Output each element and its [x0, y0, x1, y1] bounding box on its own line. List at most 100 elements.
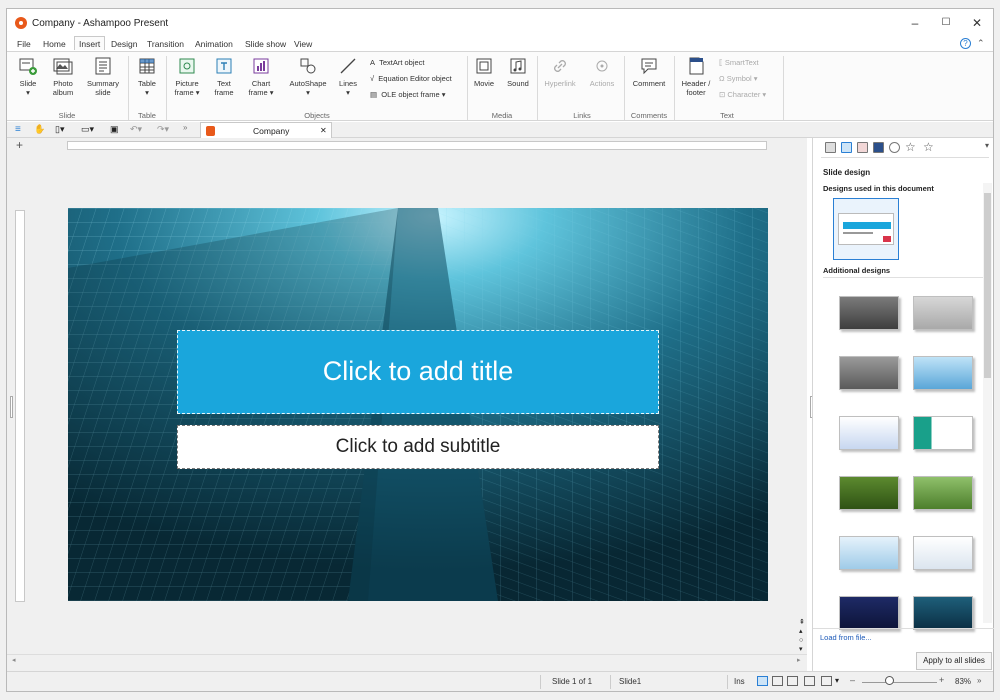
design-thumbnail-navy[interactable]	[839, 596, 899, 630]
hand-tool-icon[interactable]: ✋	[34, 124, 45, 135]
actions-button[interactable]: Actions	[585, 56, 619, 88]
menu-file[interactable]: File	[14, 38, 34, 50]
load-from-file-link[interactable]: Load from file...	[820, 633, 872, 642]
undo-icon[interactable]: ↶▾	[130, 124, 142, 135]
horizontal-ruler[interactable]	[67, 141, 767, 150]
panel-tab-link-icon[interactable]	[889, 142, 900, 153]
panel-scroll-thumb[interactable]	[984, 193, 991, 378]
used-design-thumbnail[interactable]	[833, 198, 899, 260]
slide-canvas[interactable]: Click to add title Click to add subtitle	[68, 208, 768, 601]
save-icon[interactable]: ▣	[110, 124, 119, 135]
menu-animation[interactable]: Animation	[192, 38, 236, 50]
equation-icon: √	[370, 74, 375, 83]
toolbar-overflow-icon[interactable]: »	[183, 123, 187, 132]
apply-to-all-slides-button[interactable]: Apply to all slides	[916, 652, 992, 670]
outline-view-icon[interactable]	[787, 676, 798, 686]
menu-insert[interactable]: Insert	[74, 36, 106, 50]
help-icon[interactable]: ?	[960, 38, 971, 49]
document-tab-close-icon[interactable]: ✕	[320, 126, 327, 135]
slide-sorter-view-icon[interactable]	[772, 676, 783, 686]
symbol-button[interactable]: Ω Symbol ▾	[719, 74, 758, 83]
lines-button[interactable]: Lines ▾	[335, 56, 361, 97]
design-thumbnail-green[interactable]	[913, 476, 973, 510]
chart-frame-button[interactable]: Chart frame ▾	[244, 56, 278, 97]
horizontal-scrollbar[interactable]: ◂ ▸	[7, 654, 807, 666]
panel-scrollbar[interactable]	[983, 183, 992, 623]
left-splitter[interactable]	[10, 396, 13, 418]
table-button[interactable]: Table ▾	[133, 56, 161, 97]
document-tab[interactable]: Company ✕	[200, 122, 332, 138]
zoom-out-icon[interactable]: –	[850, 675, 855, 685]
text-frame-button[interactable]: Text frame	[209, 56, 239, 97]
ole-object-button[interactable]: ▤ OLE object frame ▾	[370, 90, 445, 99]
design-thumbnail-ice-blue[interactable]	[839, 536, 899, 570]
subtitle-placeholder[interactable]: Click to add subtitle	[177, 425, 659, 469]
zoom-level[interactable]: 83%	[955, 677, 971, 686]
zoom-in-icon[interactable]: +	[939, 675, 944, 685]
slideshow-view-icon[interactable]	[821, 676, 832, 686]
equation-editor-button[interactable]: √ Equation Editor object	[370, 74, 452, 83]
insert-mode-status[interactable]: Ins	[734, 677, 745, 686]
first-page-icon[interactable]: ⇞	[799, 618, 809, 627]
comment-button[interactable]: Comment	[629, 56, 669, 88]
next-page-icon[interactable]: ▾	[799, 645, 809, 654]
zoom-slider-handle[interactable]	[885, 676, 894, 685]
status-separator	[540, 675, 541, 689]
previous-page-icon[interactable]: ▴	[799, 627, 809, 636]
panel-tab-master-icon[interactable]	[873, 142, 884, 153]
redo-icon[interactable]: ↷▾	[157, 124, 169, 135]
picture-frame-button[interactable]: Picture frame ▾	[170, 56, 204, 97]
autoshape-button[interactable]: AutoShape ▾	[286, 56, 330, 97]
design-thumbnail-sky-blue[interactable]	[913, 356, 973, 390]
menu-home[interactable]: Home	[40, 38, 69, 50]
design-thumbnail-dark-gray[interactable]	[839, 296, 899, 330]
title-placeholder[interactable]: Click to add title	[177, 330, 659, 414]
comment-label: Comment	[632, 79, 666, 88]
design-thumbnail-teal-stripe[interactable]	[913, 416, 973, 450]
panel-tab-animation-icon[interactable]: ☆	[905, 140, 916, 154]
movie-button[interactable]: Movie	[470, 56, 498, 88]
zoom-slider[interactable]	[862, 682, 937, 683]
open-folder-icon[interactable]: ▭▾	[81, 124, 94, 135]
new-slide-button[interactable]: Slide ▾	[13, 56, 43, 97]
design-thumbnail-pale-blue[interactable]	[839, 416, 899, 450]
panel-tab-favorites-icon[interactable]: ☆	[923, 140, 934, 154]
collapse-ribbon-icon[interactable]: ⌃	[977, 38, 985, 49]
panel-menu-icon[interactable]: ▾	[985, 141, 989, 150]
textart-button[interactable]: A TextArt object	[370, 58, 425, 67]
menu-design[interactable]: Design	[108, 38, 140, 50]
design-thumbnail-deep-teal[interactable]	[913, 596, 973, 630]
scroll-left-icon[interactable]: ◂	[12, 656, 16, 664]
summary-slide-button[interactable]: Summary slide	[83, 56, 123, 97]
vertical-ruler[interactable]	[15, 210, 25, 602]
smarttext-button[interactable]: ⟦ SmartText	[719, 58, 759, 67]
minimize-button[interactable]: –	[900, 13, 930, 33]
panel-tab-color-scheme-icon[interactable]	[857, 142, 868, 153]
notes-view-icon[interactable]	[804, 676, 815, 686]
photo-album-button[interactable]: Photo album	[47, 56, 79, 97]
design-thumbnail-gray[interactable]	[839, 356, 899, 390]
panel-tab-design-icon[interactable]	[841, 142, 852, 153]
close-button[interactable]: ✕	[962, 13, 992, 33]
browse-object-icon[interactable]: ○	[799, 636, 809, 645]
menu-slide-show[interactable]: Slide show	[242, 38, 289, 50]
ruler-origin-icon[interactable]: +	[16, 138, 23, 152]
design-thumbnail-white[interactable]	[913, 536, 973, 570]
slide-position-status: Slide 1 of 1	[552, 677, 593, 686]
menu-transition[interactable]: Transition	[144, 38, 187, 50]
status-overflow-icon[interactable]: »	[977, 676, 981, 685]
maximize-button[interactable]: ☐	[931, 13, 961, 33]
scroll-right-icon[interactable]: ▸	[797, 656, 801, 664]
normal-view-icon[interactable]	[757, 676, 768, 686]
new-document-icon[interactable]: ▯▾	[55, 124, 64, 135]
hyperlink-button[interactable]: Hyperlink	[540, 56, 580, 88]
view-menu-icon[interactable]: ▾	[835, 676, 839, 685]
menu-view[interactable]: View	[291, 38, 315, 50]
panel-tab-layout-icon[interactable]	[825, 142, 836, 153]
design-thumbnail-light-gray[interactable]	[913, 296, 973, 330]
header-footer-button[interactable]: Header / footer	[678, 56, 714, 97]
hamburger-menu-icon[interactable]: ≡	[15, 124, 21, 135]
character-button[interactable]: ⊡ Character ▾	[719, 90, 766, 99]
design-thumbnail-dark-green[interactable]	[839, 476, 899, 510]
sound-button[interactable]: Sound	[504, 56, 532, 88]
